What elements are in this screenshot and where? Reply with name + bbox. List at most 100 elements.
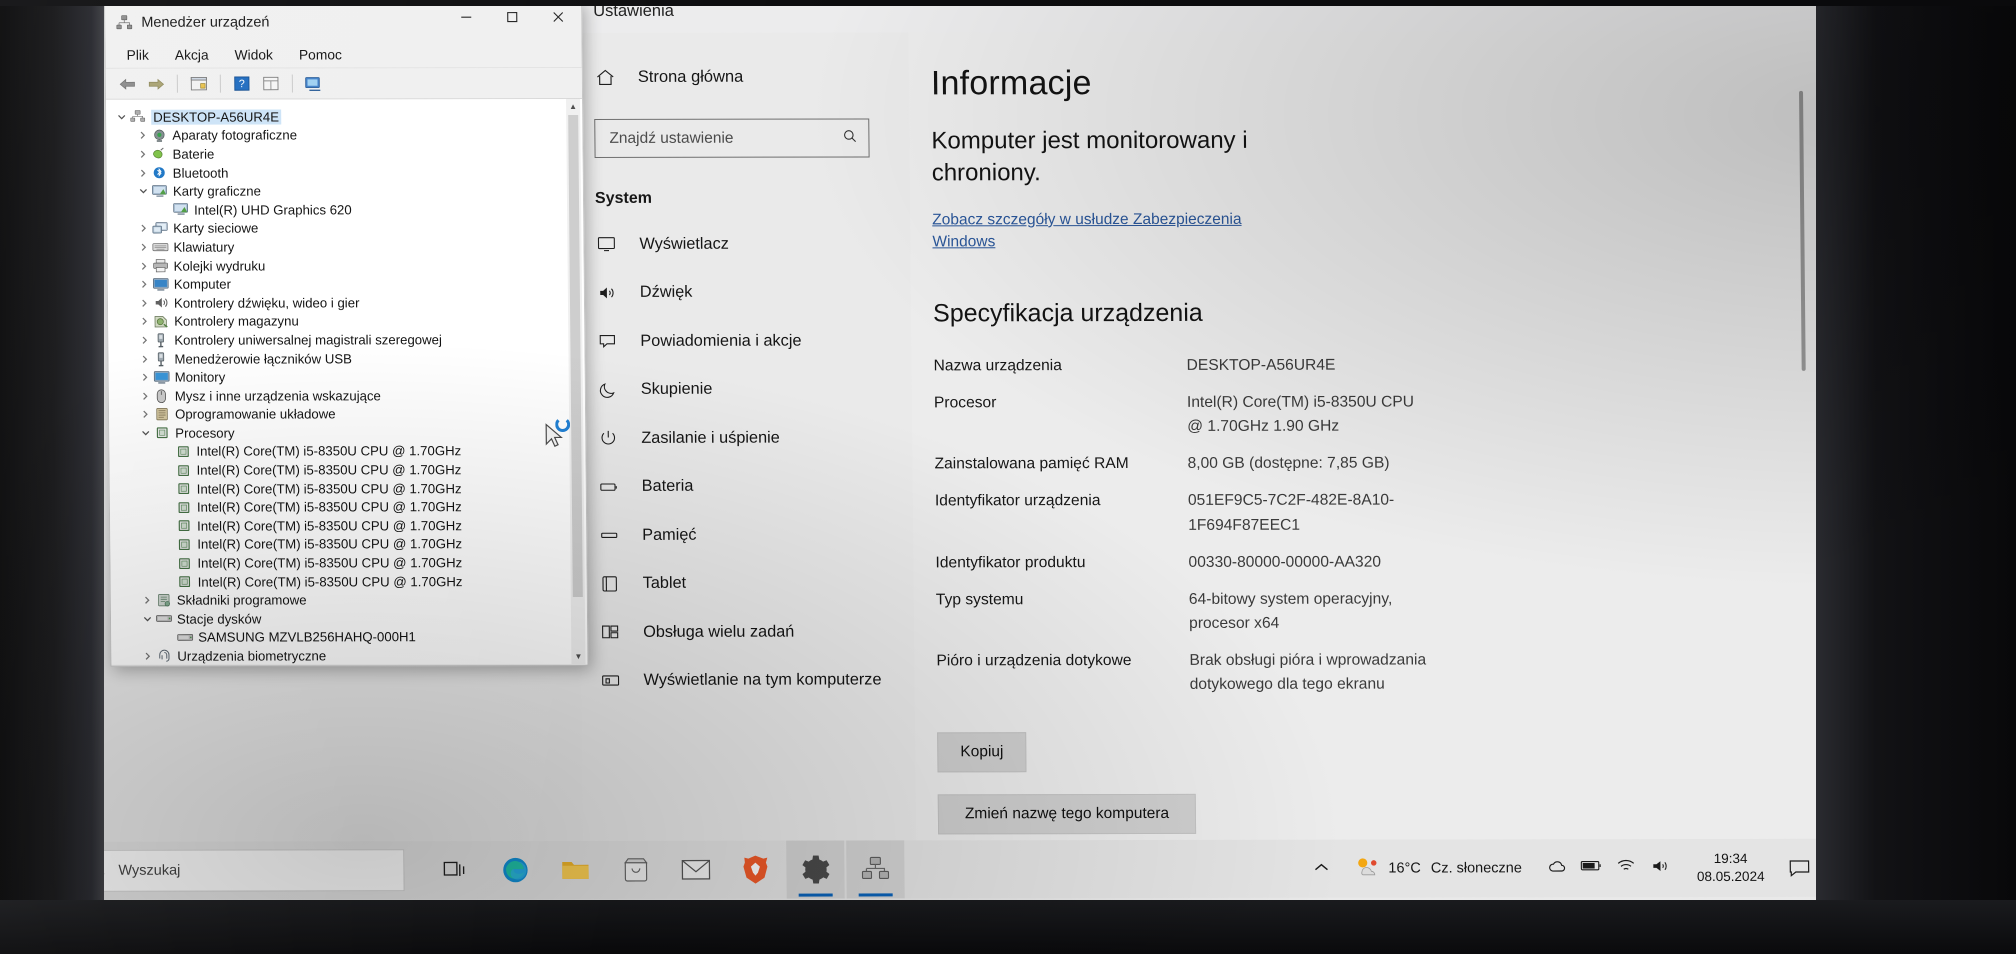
mail-icon[interactable] [666,841,725,899]
menu-action[interactable]: Akcja [164,44,220,65]
sidebar-item-notifications[interactable]: Powiadomienia i akcje [578,316,911,365]
chevron-right-icon[interactable] [140,652,155,661]
chevron-right-icon[interactable] [137,354,152,363]
chevron-right-icon[interactable] [135,131,150,140]
tree-item[interactable]: Intel(R) Core(TM) i5-8350U CPU @ 1.70GHz [110,553,586,572]
tree-item[interactable]: Klawiatury [107,237,583,256]
volume-icon[interactable] [1651,858,1671,879]
chevron-right-icon[interactable] [137,261,152,270]
tree-item[interactable]: Kontrolery magazynu [108,312,584,331]
wifi-icon[interactable] [1617,858,1637,878]
scroll-down-icon[interactable]: ▼ [571,649,585,664]
chevron-right-icon[interactable] [137,317,152,326]
task-view-icon[interactable] [426,841,485,899]
tree-item[interactable]: Kolejki wydruku [108,256,584,275]
taskbar-clock[interactable]: 19:34 08.05.2024 [1683,850,1779,887]
taskbar-search-box[interactable]: Wyszukaj [74,849,405,892]
tree-item[interactable]: Intel(R) Core(TM) i5-8350U CPU @ 1.70GHz [111,572,587,591]
menu-view[interactable]: Widok [223,44,284,65]
list-view-icon[interactable] [258,72,284,96]
security-details-link[interactable]: Zobacz szczegóły w usłudze Zabezpieczeni… [932,209,1302,255]
tree-item[interactable]: DESKTOP-A56UR4E [106,107,582,126]
show-hidden-icons-chevron[interactable] [1314,860,1328,878]
device-tree[interactable]: DESKTOP-A56UR4E Aparaty fotograficzne Bate… [106,98,588,665]
tree-item[interactable]: Intel(R) Core(TM) i5-8350U CPU @ 1.70GHz [110,516,586,535]
tree-item[interactable]: Monitory [109,367,585,386]
forward-arrow-icon[interactable] [143,72,169,96]
settings-icon[interactable] [786,840,845,899]
close-button[interactable] [535,2,581,32]
tree-item[interactable]: Menedżerowie łączników USB [108,349,584,368]
chevron-right-icon[interactable] [136,224,151,233]
file-explorer-icon[interactable] [546,841,605,899]
help-icon[interactable]: ? [229,72,255,96]
chevron-right-icon[interactable] [138,373,153,382]
chevron-right-icon[interactable] [138,410,153,419]
microsoft-edge-icon[interactable] [486,841,545,899]
properties-icon[interactable] [186,72,212,96]
search-input[interactable] [609,129,842,148]
rename-pc-button[interactable]: Zmień nazwę tego komputera [937,794,1197,835]
tree-item[interactable]: Intel(R) UHD Graphics 620 [107,200,583,219]
tree-item[interactable]: Składniki programowe [111,590,587,609]
tree-item[interactable]: Baterie [106,144,582,163]
tree-item[interactable]: Intel(R) Core(TM) i5-8350U CPU @ 1.70GHz [109,460,585,479]
sidebar-item-focus[interactable]: Skupienie [579,365,912,414]
device-manager-icon[interactable] [846,840,905,899]
brave-browser-icon[interactable] [726,841,785,899]
tree-item[interactable]: Karty sieciowe [107,219,583,238]
sidebar-item-power[interactable]: Zasilanie i uśpienie [579,413,912,462]
tree-item[interactable]: Kontrolery uniwersalnej magistrali szere… [108,330,584,349]
tree-item[interactable]: Karty graficzne [107,181,583,200]
back-arrow-icon[interactable] [114,72,140,96]
chevron-down-icon[interactable] [140,615,155,624]
tree-item[interactable]: Stacje dysków [111,609,587,628]
copy-button[interactable]: Kopiuj [937,732,1027,773]
tree-item[interactable]: Oprogramowanie układowe [109,404,585,423]
chevron-right-icon[interactable] [137,336,152,345]
maximize-button[interactable] [489,2,535,32]
sidebar-item-tablet[interactable]: Tablet [580,559,913,608]
minimize-button[interactable] [443,2,489,32]
chevron-right-icon[interactable] [136,168,151,177]
tree-item[interactable]: Bluetooth [107,163,583,182]
action-center-icon[interactable] [1778,839,1821,897]
settings-search-box[interactable] [594,118,870,158]
chevron-down-icon[interactable] [138,429,153,438]
battery-tray-icon[interactable] [1581,859,1603,877]
chevron-down-icon[interactable] [114,113,129,122]
chevron-right-icon[interactable] [136,243,151,252]
tree-item[interactable]: Urządzenia biometryczne [111,646,587,665]
sidebar-item-home[interactable]: Strona główna [576,52,909,101]
tree-item[interactable]: Intel(R) Core(TM) i5-8350U CPU @ 1.70GHz [109,442,585,461]
weather-widget[interactable]: 16°C Cz. słoneczne [1340,855,1536,881]
tree-item[interactable]: Intel(R) Core(TM) i5-8350U CPU @ 1.70GHz [110,497,586,516]
chevron-right-icon[interactable] [138,391,153,400]
sidebar-item-display[interactable]: Wyświetlacz [577,219,910,268]
chevron-right-icon[interactable] [137,298,152,307]
tree-item[interactable]: Procesory [109,423,585,442]
tree-item[interactable]: Mysz i inne urządzenia wskazujące [109,386,585,405]
scan-hardware-icon[interactable] [301,71,327,95]
tree-item[interactable]: Intel(R) Core(TM) i5-8350U CPU @ 1.70GHz [110,479,586,498]
menu-help[interactable]: Pomoc [288,44,353,65]
chevron-right-icon[interactable] [137,280,152,289]
scrollbar-thumb[interactable] [568,114,583,597]
tree-item[interactable]: SAMSUNG MZVLB256HAHQ-000H1 [111,628,587,647]
scroll-up-icon[interactable]: ▲ [566,99,580,114]
menu-file[interactable]: Plik [115,44,159,65]
tree-item[interactable]: Kontrolery dźwięku, wideo i gier [108,293,584,312]
sidebar-item-storage[interactable]: Pamięć [580,510,913,559]
onedrive-icon[interactable] [1548,859,1567,878]
settings-scrollbar[interactable] [1799,90,1806,371]
search-icon[interactable] [841,127,858,149]
chevron-down-icon[interactable] [136,187,151,196]
sidebar-item-battery[interactable]: Bateria [580,462,913,511]
microsoft-store-icon[interactable] [606,841,665,899]
chevron-right-icon[interactable] [140,596,155,605]
sidebar-item-projecting[interactable]: Wyświetlanie na tym komputerze [581,656,914,705]
tree-item[interactable]: Intel(R) Core(TM) i5-8350U CPU @ 1.70GHz [110,535,586,554]
chevron-right-icon[interactable] [136,150,151,159]
tree-item[interactable]: Aparaty fotograficzne [106,126,582,145]
sidebar-item-multitasking[interactable]: Obsługa wielu zadań [581,607,914,656]
